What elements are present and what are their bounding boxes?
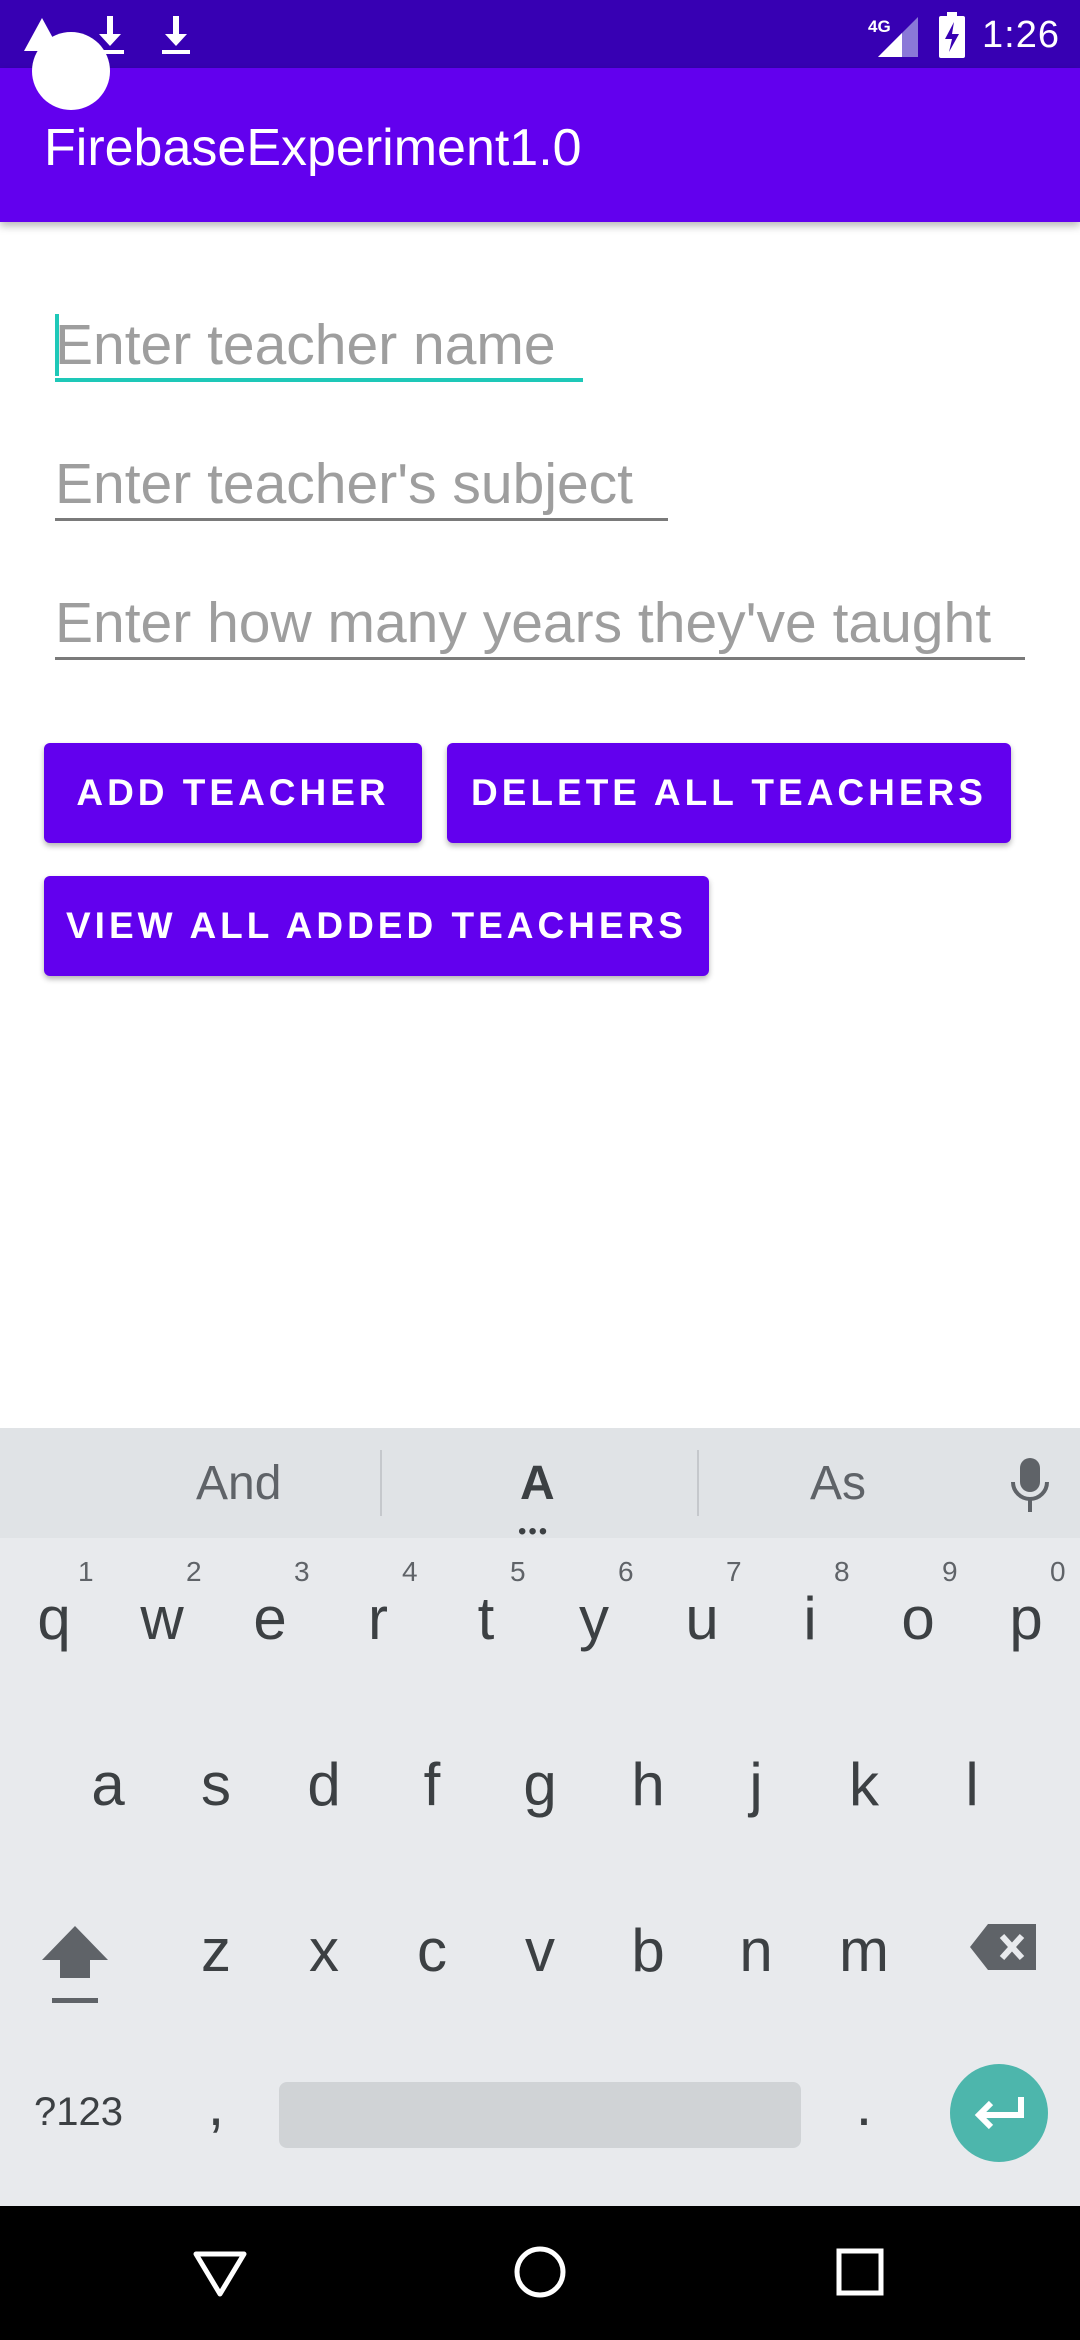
suggestion-center[interactable]: A [520, 1456, 555, 1511]
key-n[interactable]: n [702, 1916, 810, 1985]
key-l[interactable]: l [918, 1750, 1026, 1819]
touch-indicator [32, 32, 110, 110]
teacher-name-underline [55, 378, 583, 382]
recents-icon[interactable] [830, 2242, 890, 2302]
teacher-subject-placeholder: Enter teacher's subject [55, 452, 634, 516]
download-icon [162, 16, 190, 54]
key-i[interactable]: i [756, 1584, 864, 1653]
key-hint-5: 5 [510, 1556, 526, 1587]
key-hint-2: 2 [186, 1556, 202, 1587]
app-bar: FirebaseExperiment1.0 [0, 68, 1080, 222]
navigation-bar [0, 2206, 1080, 2340]
battery-charging-icon [939, 12, 966, 58]
soft-keyboard: And A ••• As q1w2e3r4t5y6u7i8o9p0 asdfgh… [0, 1428, 1080, 2206]
delete-all-teachers-button[interactable]: DELETE ALL TEACHERS [447, 743, 1011, 843]
teacher-name-input[interactable]: Enter teacher name [55, 292, 583, 382]
screen: 4G 1:26 FirebaseExperiment1.0 Enter teac… [0, 0, 1080, 2340]
key-hint-4: 4 [402, 1556, 418, 1587]
key-hint-7: 7 [726, 1556, 742, 1587]
enter-key[interactable] [950, 2064, 1048, 2162]
key-k[interactable]: k [810, 1750, 918, 1819]
enter-arrow-icon [974, 2097, 1024, 2130]
space-bar[interactable] [279, 2082, 801, 2148]
key-hint-6: 6 [618, 1556, 634, 1587]
key-g[interactable]: g [486, 1750, 594, 1819]
key-s[interactable]: s [162, 1750, 270, 1819]
key-y[interactable]: y [540, 1584, 648, 1653]
app-title: FirebaseExperiment1.0 [44, 119, 582, 177]
key-m[interactable]: m [810, 1916, 918, 1985]
key-f[interactable]: f [378, 1750, 486, 1819]
key-w[interactable]: w [108, 1584, 216, 1653]
suggestion-right[interactable]: As [810, 1456, 866, 1511]
comma-key[interactable]: , [162, 2070, 270, 2139]
key-a[interactable]: a [54, 1750, 162, 1819]
teacher-name-placeholder: Enter teacher name [55, 313, 556, 377]
key-o[interactable]: o [864, 1584, 972, 1653]
status-bar: 4G 1:26 [0, 0, 1080, 68]
suggestion-bar: And A ••• As [0, 1428, 1080, 1545]
back-icon[interactable] [190, 2242, 250, 2302]
key-hint-1: 1 [78, 1556, 94, 1587]
key-b[interactable]: b [594, 1916, 702, 1985]
suggestion-left[interactable]: And [196, 1456, 281, 1511]
more-suggestions-dots: ••• [518, 1518, 550, 1545]
key-r[interactable]: r [324, 1584, 432, 1653]
add-teacher-button[interactable]: ADD TEACHER [44, 743, 422, 843]
years-taught-placeholder: Enter how many years they've taught [55, 591, 992, 655]
signal-icon: 4G [868, 11, 922, 59]
period-key[interactable]: . [810, 2070, 918, 2139]
key-z[interactable]: z [162, 1916, 270, 1985]
suggestion-divider [380, 1450, 382, 1516]
key-hint-0: 0 [1050, 1556, 1066, 1587]
status-time: 1:26 [982, 13, 1060, 56]
view-all-teachers-button[interactable]: VIEW ALL ADDED TEACHERS [44, 876, 709, 976]
key-q[interactable]: q [0, 1584, 108, 1653]
microphone-icon[interactable] [1008, 1456, 1052, 1516]
teacher-subject-input[interactable]: Enter teacher's subject [55, 431, 668, 521]
key-c[interactable]: c [378, 1916, 486, 1985]
key-x[interactable]: x [270, 1916, 378, 1985]
key-h[interactable]: h [594, 1750, 702, 1819]
key-hint-8: 8 [834, 1556, 850, 1587]
symbols-key[interactable]: ?123 [34, 2090, 123, 2135]
suggestion-divider [697, 1450, 699, 1516]
key-p[interactable]: p [972, 1584, 1080, 1653]
key-v[interactable]: v [486, 1916, 594, 1985]
key-hint-9: 9 [942, 1556, 958, 1587]
backspace-icon[interactable] [970, 1922, 1038, 1972]
key-j[interactable]: j [702, 1750, 810, 1819]
key-e[interactable]: e [216, 1584, 324, 1653]
shift-icon[interactable] [40, 1922, 110, 2006]
home-icon[interactable] [510, 2242, 570, 2302]
key-d[interactable]: d [270, 1750, 378, 1819]
teacher-subject-underline [55, 518, 668, 521]
years-taught-underline [55, 657, 1025, 660]
key-t[interactable]: t [432, 1584, 540, 1653]
years-taught-input[interactable]: Enter how many years they've taught [55, 570, 1025, 660]
key-hint-3: 3 [294, 1556, 310, 1587]
key-u[interactable]: u [648, 1584, 756, 1653]
